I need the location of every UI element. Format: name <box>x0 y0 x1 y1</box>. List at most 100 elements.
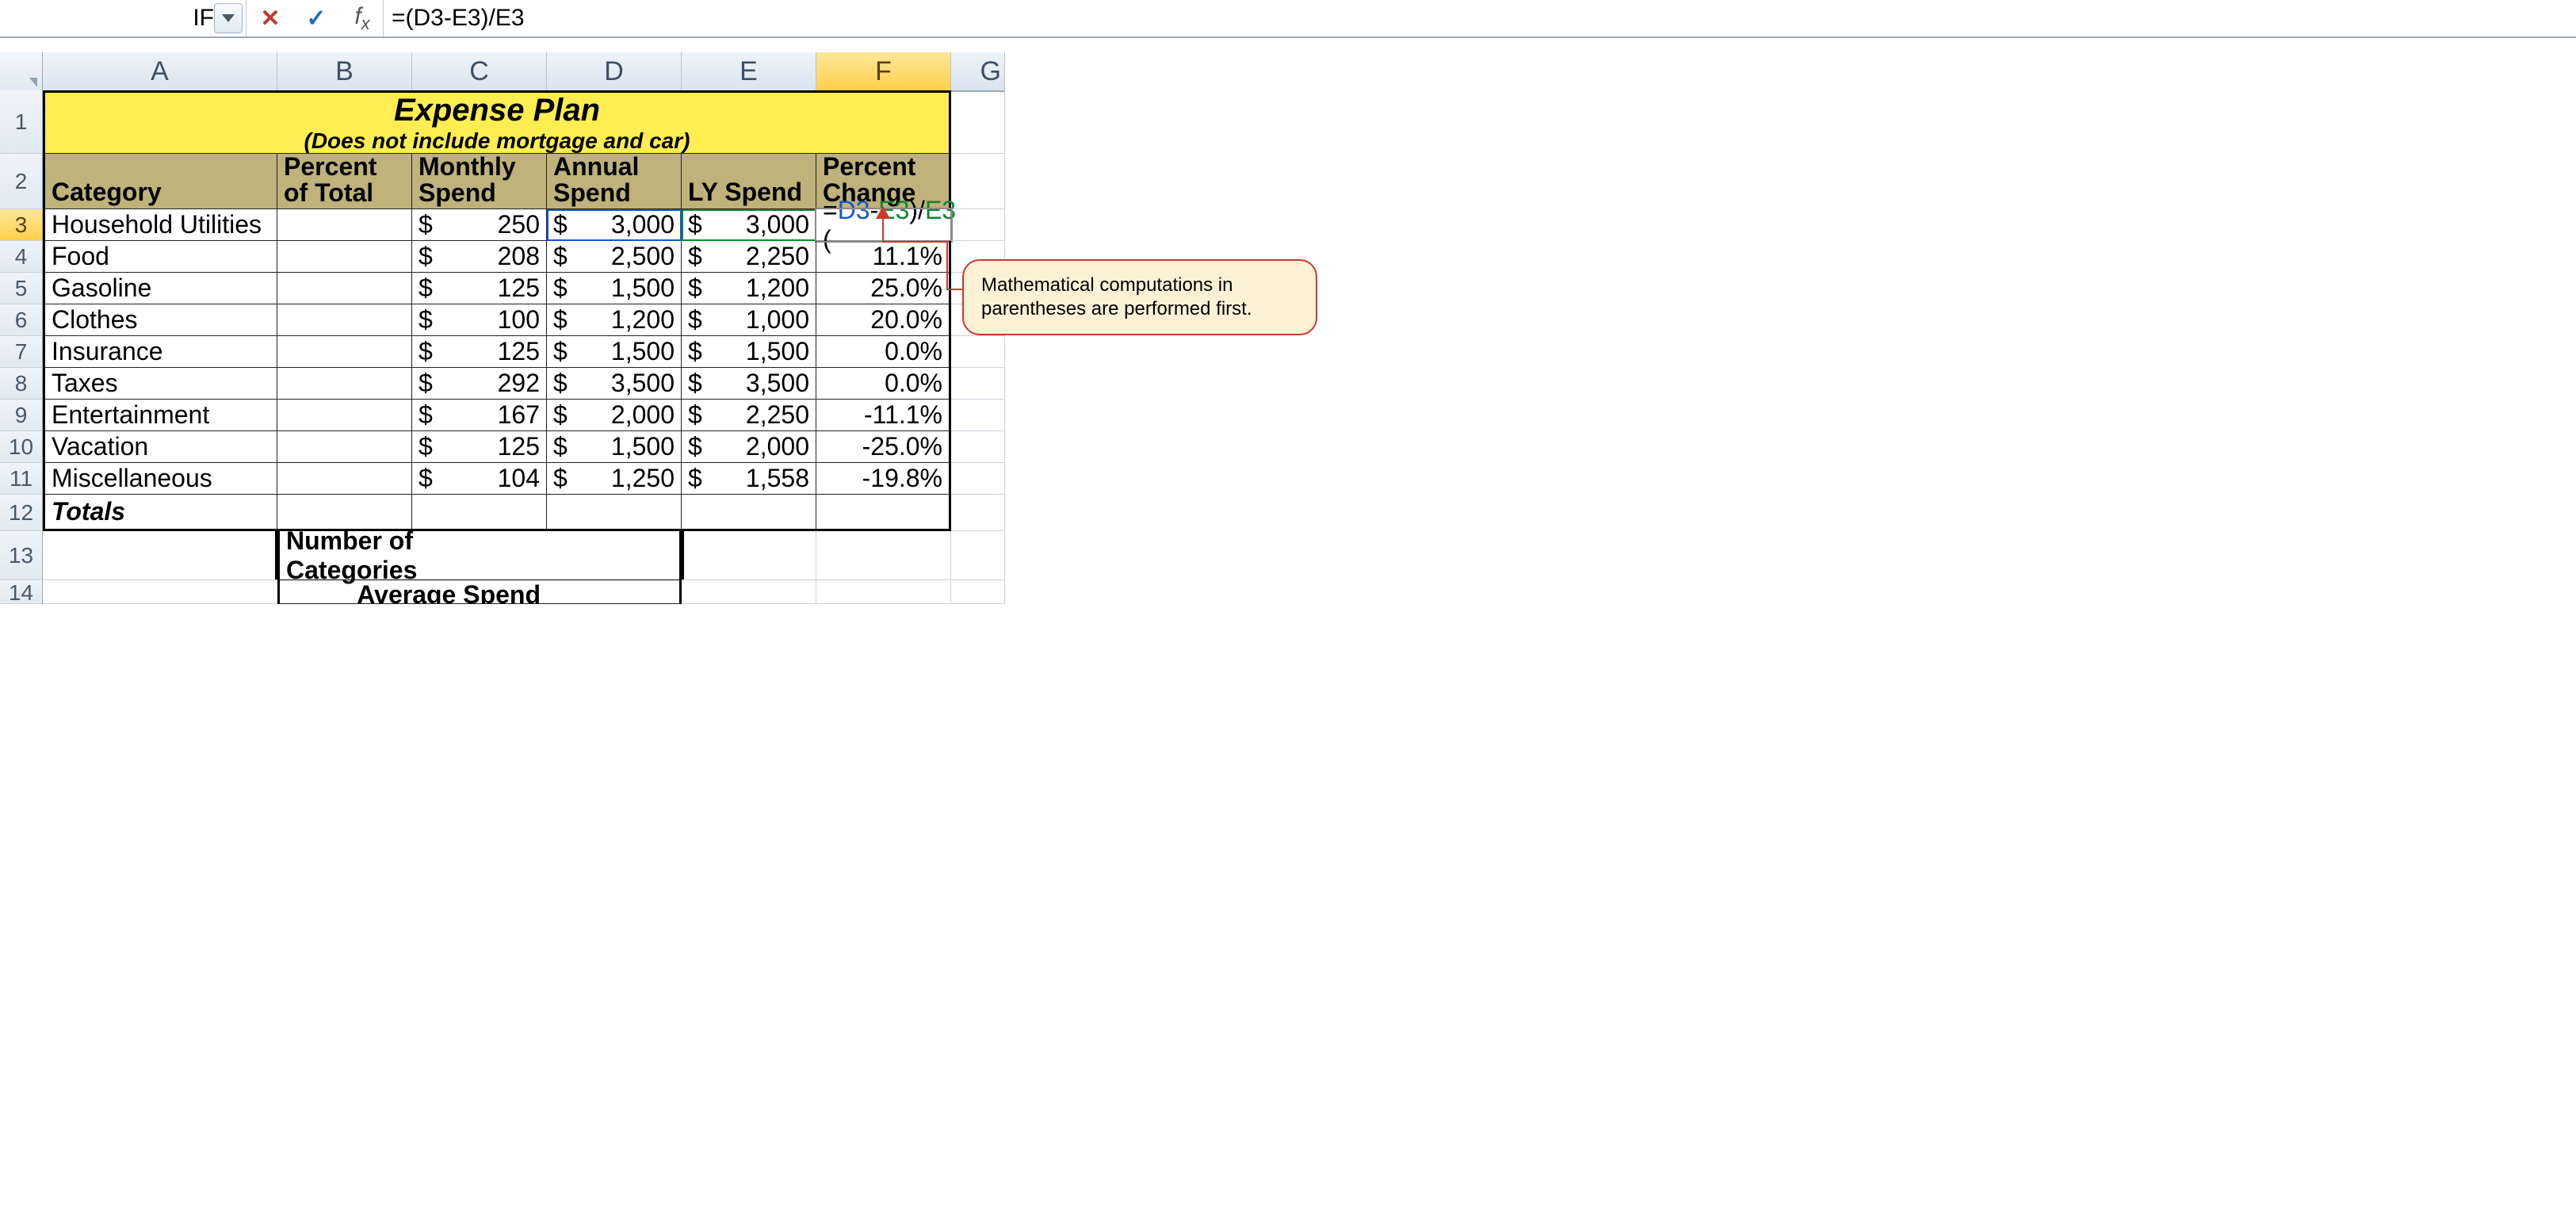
col-header-E[interactable]: E <box>682 52 816 92</box>
cell-percent-total[interactable] <box>277 241 412 273</box>
cell-ly[interactable]: $1,000 <box>682 304 816 336</box>
cell-category[interactable]: Vacation <box>43 431 277 463</box>
cell-monthly[interactable]: $292 <box>412 368 547 400</box>
row-number[interactable]: 8 <box>0 368 43 400</box>
formula-input[interactable]: =(D3-E3)/E3 <box>384 0 2576 36</box>
cell-g[interactable] <box>951 368 1005 400</box>
cell-category[interactable]: Gasoline <box>43 273 277 304</box>
cell-category[interactable]: Miscellaneous <box>43 463 277 495</box>
name-box-dropdown[interactable] <box>214 3 243 33</box>
cell-G14[interactable] <box>951 580 1005 604</box>
cell-G1[interactable] <box>951 90 1005 154</box>
header-annual[interactable]: Annual Spend <box>547 154 682 209</box>
cell-annual[interactable]: $1,200 <box>547 304 682 336</box>
cell-E12[interactable] <box>682 495 816 531</box>
cell-ly[interactable]: $1,500 <box>682 336 816 368</box>
cell-ly[interactable]: $1,558 <box>682 463 816 495</box>
cell-percent-total[interactable] <box>277 273 412 304</box>
col-header-A[interactable]: A <box>43 52 277 92</box>
cell-annual[interactable]: $3,000 <box>547 209 682 241</box>
row-number[interactable]: 3 <box>0 209 43 241</box>
cell-annual[interactable]: $2,000 <box>547 400 682 431</box>
cell-g[interactable] <box>951 209 1005 241</box>
header-category[interactable]: Category <box>43 154 277 209</box>
number-of-categories-label[interactable]: Number of Categories <box>277 531 547 580</box>
cell-category[interactable]: Insurance <box>43 336 277 368</box>
cell-pct-change[interactable]: -19.8% <box>816 463 951 495</box>
cell-percent-total[interactable] <box>277 431 412 463</box>
cell-ly[interactable]: $3,000 <box>682 209 816 241</box>
cell-ly[interactable]: $2,250 <box>682 241 816 273</box>
cancel-icon[interactable]: ✕ <box>254 5 286 33</box>
cell-F14[interactable] <box>816 580 951 604</box>
cell-category[interactable]: Food <box>43 241 277 273</box>
row-number[interactable]: 13 <box>0 531 43 580</box>
cell-G2[interactable] <box>951 154 1005 209</box>
cell-monthly[interactable]: $104 <box>412 463 547 495</box>
cell-monthly[interactable]: $125 <box>412 431 547 463</box>
row-number[interactable]: 9 <box>0 400 43 431</box>
cell-monthly[interactable]: $100 <box>412 304 547 336</box>
cell-A14[interactable] <box>43 580 277 604</box>
col-header-G[interactable]: G <box>951 52 1005 92</box>
row-number[interactable]: 5 <box>0 273 43 304</box>
row-number[interactable]: 6 <box>0 304 43 336</box>
cell-category[interactable]: Household Utilities <box>43 209 277 241</box>
cell-g[interactable] <box>951 463 1005 495</box>
header-monthly[interactable]: Monthly Spend <box>412 154 547 209</box>
cell-G13[interactable] <box>951 531 1005 580</box>
col-header-D[interactable]: D <box>547 52 682 92</box>
title-cell[interactable]: Expense Plan (Does not include mortgage … <box>43 90 951 154</box>
cell-pct-change[interactable]: 11.1% <box>816 241 951 273</box>
cell-monthly[interactable]: $208 <box>412 241 547 273</box>
cell-pct-change[interactable]: 0.0% <box>816 336 951 368</box>
cell-category[interactable]: Entertainment <box>43 400 277 431</box>
col-header-F[interactable]: F <box>816 52 951 92</box>
cell-F13[interactable] <box>816 531 951 580</box>
cell-E14[interactable] <box>682 580 816 604</box>
cell-F12[interactable] <box>816 495 951 531</box>
select-all-corner[interactable] <box>0 52 43 92</box>
cell-category[interactable]: Clothes <box>43 304 277 336</box>
cell-ly[interactable]: $2,250 <box>682 400 816 431</box>
cell-annual[interactable]: $1,250 <box>547 463 682 495</box>
cell-annual[interactable]: $2,500 <box>547 241 682 273</box>
cell-D12[interactable] <box>547 495 682 531</box>
cell-annual[interactable]: $1,500 <box>547 336 682 368</box>
average-spend-label[interactable]: Average Spend <box>277 580 547 604</box>
cell-monthly[interactable]: $167 <box>412 400 547 431</box>
cell-percent-total[interactable] <box>277 463 412 495</box>
cell-percent-total[interactable] <box>277 400 412 431</box>
cell-E13[interactable] <box>682 531 816 580</box>
fx-icon[interactable]: fx <box>346 3 378 34</box>
header-ly[interactable]: LY Spend <box>682 154 816 209</box>
cell-monthly[interactable]: $250 <box>412 209 547 241</box>
cell-percent-total[interactable] <box>277 209 412 241</box>
name-box[interactable]: IF <box>0 0 247 36</box>
enter-icon[interactable]: ✓ <box>300 5 332 33</box>
cell-ly[interactable]: $3,500 <box>682 368 816 400</box>
row-number[interactable]: 12 <box>0 495 43 531</box>
cell-g[interactable] <box>951 336 1005 368</box>
cell-g[interactable] <box>951 400 1005 431</box>
row-number[interactable]: 10 <box>0 431 43 463</box>
row-number[interactable]: 7 <box>0 336 43 368</box>
cell-monthly[interactable]: $125 <box>412 273 547 304</box>
cell-percent-total[interactable] <box>277 304 412 336</box>
cell-percent-total[interactable] <box>277 368 412 400</box>
row-number[interactable]: 2 <box>0 154 43 209</box>
row-number[interactable]: 1 <box>0 90 43 154</box>
cell-percent-total[interactable] <box>277 336 412 368</box>
cell-pct-change[interactable]: 0.0% <box>816 368 951 400</box>
col-header-B[interactable]: B <box>277 52 412 92</box>
header-percent-total[interactable]: Percent of Total <box>277 154 412 209</box>
row-number[interactable]: 11 <box>0 463 43 495</box>
col-header-C[interactable]: C <box>412 52 547 92</box>
totals-label[interactable]: Totals <box>43 495 277 531</box>
cell-D13[interactable] <box>547 531 682 580</box>
cell-category[interactable]: Taxes <box>43 368 277 400</box>
cell-ly[interactable]: $1,200 <box>682 273 816 304</box>
row-number[interactable]: 14 <box>0 580 43 604</box>
cell-ly[interactable]: $2,000 <box>682 431 816 463</box>
cell-annual[interactable]: $1,500 <box>547 273 682 304</box>
